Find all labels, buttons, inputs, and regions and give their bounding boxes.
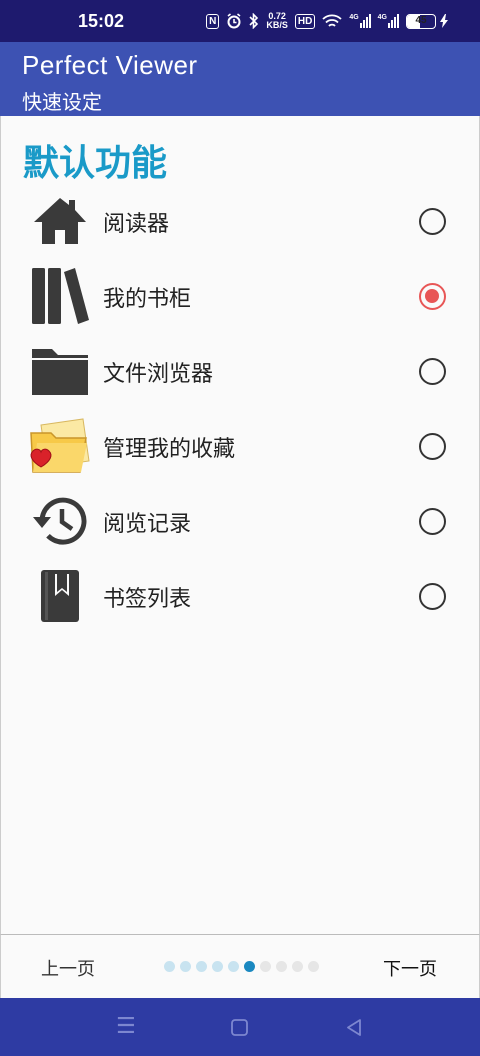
option-label: 书签列表 — [103, 587, 192, 612]
system-nav-bar: ☰ — [0, 998, 480, 1056]
status-bar: 15:02 N 0.72 KB/S HD 4G 4G 45 — [0, 0, 480, 42]
bookshelf-icon — [27, 263, 93, 329]
signal-icon-1: 4G — [349, 14, 371, 28]
bluetooth-icon — [249, 13, 259, 29]
section-title: 默认功能 — [23, 143, 168, 184]
battery-indicator: 45 — [406, 13, 448, 29]
home-icon — [27, 188, 93, 254]
prev-page-button[interactable]: 上一页 — [41, 955, 95, 981]
folder-icon — [27, 338, 93, 404]
option-bookmarks[interactable]: 书签列表 — [1, 559, 479, 634]
option-file-browser[interactable]: 文件浏览器 — [1, 334, 479, 409]
charging-icon — [440, 14, 448, 28]
hd-icon: HD — [294, 13, 316, 29]
signal-icon-2: 4G — [378, 14, 399, 28]
page-indicator — [164, 961, 319, 972]
option-label: 阅读器 — [103, 212, 170, 237]
radio-button[interactable] — [419, 583, 446, 610]
history-icon — [27, 488, 93, 554]
wifi-icon — [322, 14, 342, 27]
back-nav-icon[interactable] — [346, 1017, 362, 1042]
wizard-footer: 上一页 下一页 — [0, 934, 480, 998]
favorites-folder-icon — [27, 413, 93, 479]
bookmark-book-icon — [27, 563, 93, 629]
content-area: 默认功能 阅读器 我的书柜 文件浏览器 管理我的收藏 阅览记录 书签列表 — [0, 116, 480, 934]
page-dot — [180, 961, 191, 972]
app-title: Perfect Viewer — [22, 50, 198, 80]
page-dot — [276, 961, 287, 972]
radio-button[interactable] — [419, 508, 446, 535]
home-nav-icon[interactable] — [231, 1017, 248, 1042]
menu-nav-icon[interactable]: ☰ — [116, 1014, 136, 1039]
net-speed: 0.72 KB/S — [266, 11, 288, 30]
nfc-icon: N — [206, 13, 220, 29]
option-label: 我的书柜 — [103, 287, 192, 312]
next-page-button[interactable]: 下一页 — [383, 955, 437, 981]
option-manage-favorites[interactable]: 管理我的收藏 — [1, 409, 479, 484]
page-dot — [292, 961, 303, 972]
option-label: 管理我的收藏 — [103, 437, 236, 462]
alarm-icon — [227, 13, 241, 29]
status-icons: N 0.72 KB/S HD 4G 4G 45 — [206, 12, 448, 30]
option-label: 文件浏览器 — [103, 362, 214, 387]
page-dot — [196, 961, 207, 972]
option-list: 阅读器 我的书柜 文件浏览器 管理我的收藏 阅览记录 书签列表 — [1, 184, 479, 634]
radio-button[interactable] — [419, 208, 446, 235]
radio-button[interactable] — [419, 283, 446, 310]
page-dot — [308, 961, 319, 972]
app-bar: Perfect Viewer 快速设定 — [0, 42, 480, 116]
page-dot — [228, 961, 239, 972]
page-dot — [164, 961, 175, 972]
option-history[interactable]: 阅览记录 — [1, 484, 479, 559]
option-bookshelf[interactable]: 我的书柜 — [1, 259, 479, 334]
battery-icon: 45 — [406, 13, 436, 29]
page-dot — [260, 961, 271, 972]
radio-button[interactable] — [419, 358, 446, 385]
app-subtitle: 快速设定 — [22, 90, 102, 114]
status-time: 15:02 — [78, 11, 125, 31]
page-dot — [212, 961, 223, 972]
page-dot-current — [244, 961, 255, 972]
option-label: 阅览记录 — [103, 512, 192, 537]
radio-button[interactable] — [419, 433, 446, 460]
option-reader[interactable]: 阅读器 — [1, 184, 479, 259]
